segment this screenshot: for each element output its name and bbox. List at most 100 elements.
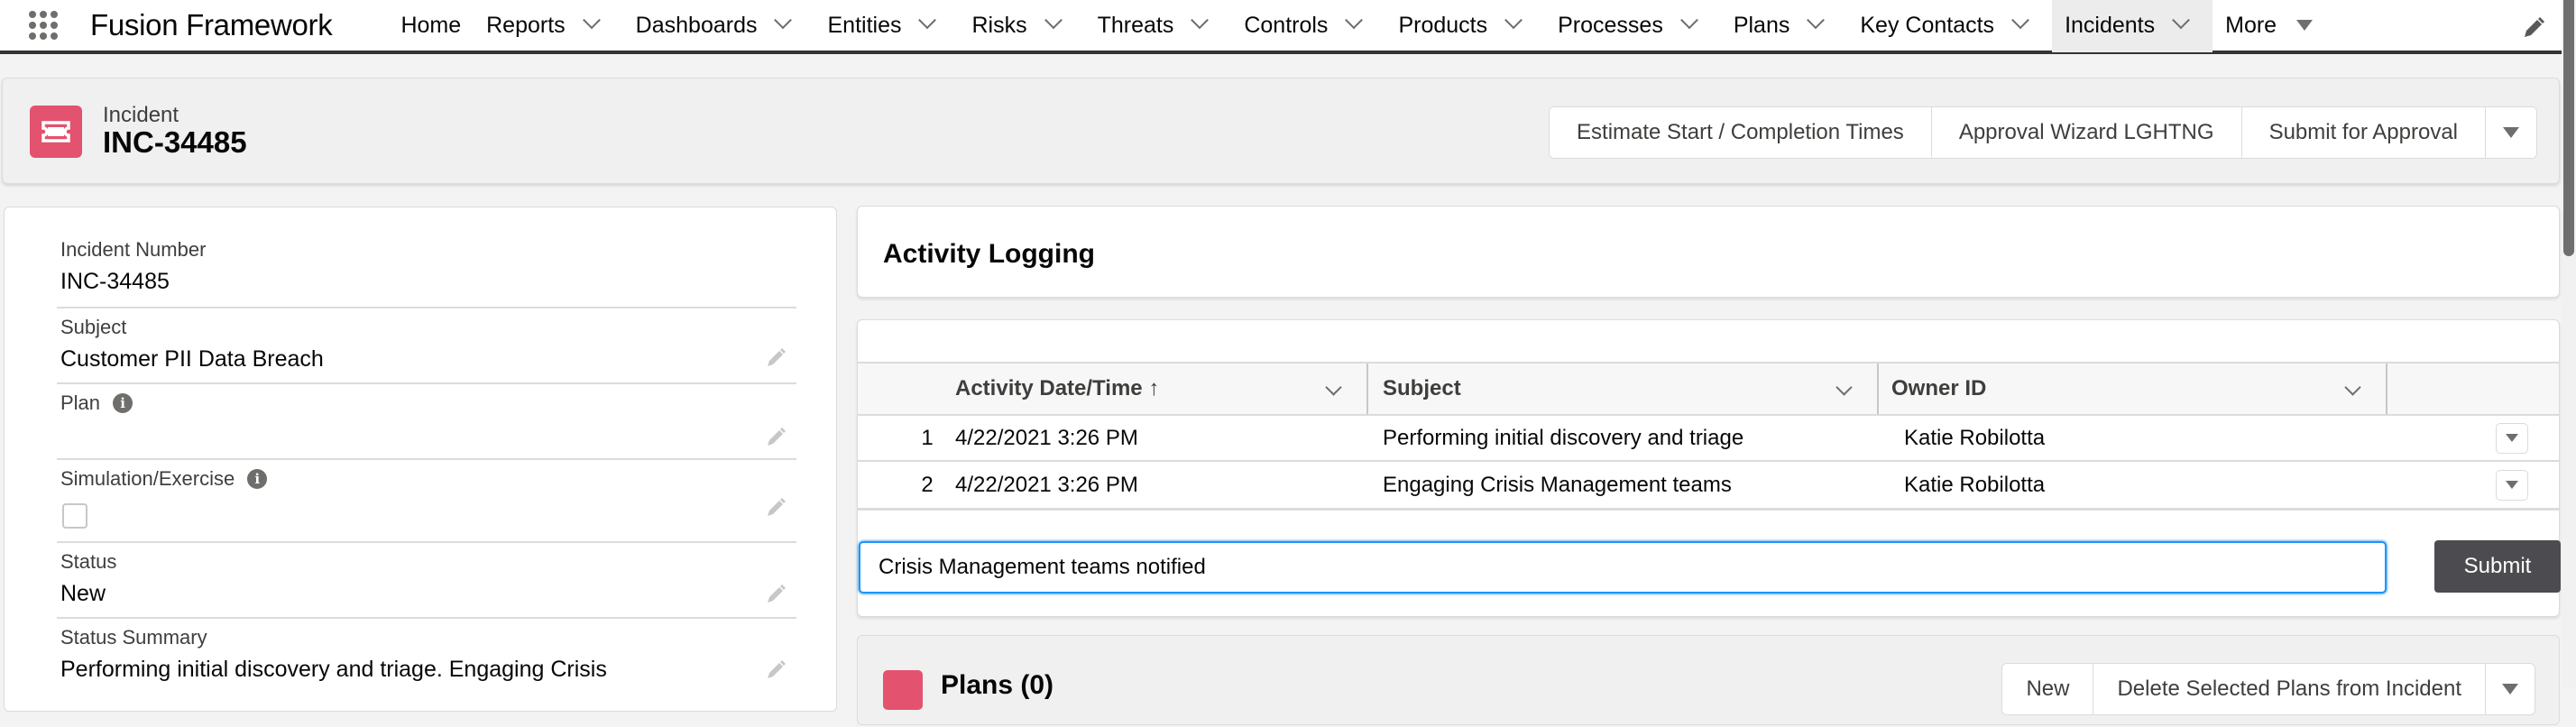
info-icon[interactable]: i — [113, 393, 133, 413]
plans-title[interactable]: Plans (0) — [941, 670, 1053, 701]
nav-tab-reports[interactable]: Reports — [474, 0, 623, 52]
simulation-checkbox[interactable] — [62, 503, 87, 529]
edit-nav-pencil-icon[interactable] — [2522, 16, 2545, 40]
column-label: Subject — [1383, 376, 1461, 400]
caret-down-icon — [2502, 684, 2518, 695]
sort-ascending-icon: ↑ — [1148, 376, 1160, 400]
nav-tab-threats[interactable]: Threats — [1085, 0, 1232, 52]
field-label: Incident Number — [60, 238, 207, 261]
activity-logging-card: Activity Date/Time ↑ Subject Owner ID 1 … — [857, 319, 2561, 617]
field-label: Simulation/Exercise i — [60, 467, 268, 491]
row-actions-button[interactable] — [2496, 469, 2528, 501]
edit-pencil-icon[interactable] — [766, 496, 787, 518]
column-header-activity-date[interactable]: Activity Date/Time ↑ — [858, 364, 1368, 414]
edit-pencil-icon[interactable] — [766, 583, 787, 604]
record-header: Incident INC-34485 Estimate Start / Comp… — [2, 78, 2560, 184]
page-scrollbar[interactable] — [2562, 0, 2576, 687]
new-plan-button[interactable]: New — [2002, 664, 2094, 714]
plans-more-actions-button[interactable] — [2486, 664, 2535, 714]
edit-pencil-icon[interactable] — [766, 658, 787, 680]
nav-tab-label: More — [2225, 12, 2277, 38]
nav-tab-label: Plans — [1733, 12, 1790, 38]
chevron-down-icon[interactable] — [1044, 11, 1063, 30]
field-plan: Plan i — [57, 384, 796, 460]
cell-activity-date: 4/22/2021 3:26 PM — [955, 425, 1138, 450]
chevron-down-icon[interactable] — [1835, 379, 1853, 396]
nav-tab-label: Processes — [1558, 12, 1663, 38]
submit-for-approval-button[interactable]: Submit for Approval — [2241, 107, 2486, 158]
nav-tab-controls[interactable]: Controls — [1231, 0, 1385, 52]
column-label: Owner ID — [1891, 376, 1987, 400]
chevron-down-icon[interactable] — [582, 11, 601, 30]
chevron-down-icon[interactable] — [2344, 379, 2361, 396]
field-incident-number: Incident Number INC-34485 — [57, 235, 796, 308]
caret-down-icon — [2506, 434, 2518, 442]
row-number: 1 — [921, 425, 934, 450]
nav-tab-dashboards[interactable]: Dashboards — [623, 0, 815, 52]
ticket-icon — [30, 106, 82, 158]
nav-tab-label: Entities — [827, 12, 902, 38]
nav-tab-label: Incidents — [2065, 12, 2156, 38]
nav-tab-label: Threats — [1097, 12, 1174, 38]
more-actions-button[interactable] — [2486, 107, 2536, 158]
app-launcher-icon[interactable] — [25, 7, 61, 43]
nav-tab-key-contacts[interactable]: Key Contacts — [1847, 0, 2052, 52]
nav-tab-label: Controls — [1244, 12, 1329, 38]
activity-log-input[interactable] — [859, 541, 2387, 594]
nav-tab-incidents[interactable]: Incidents — [2052, 0, 2213, 52]
scrollbar-thumb[interactable] — [2563, 0, 2574, 256]
nav-tab-label: Key Contacts — [1860, 12, 1995, 38]
nav-tab-more[interactable]: More — [2213, 0, 2325, 52]
nav-tab-products[interactable]: Products — [1385, 0, 1545, 52]
field-value: INC-34485 — [60, 269, 170, 294]
nav-tab-plans[interactable]: Plans — [1721, 0, 1848, 52]
chevron-down-icon[interactable] — [1504, 11, 1523, 30]
column-label: Activity Date/Time — [955, 376, 1143, 400]
nav-tab-home[interactable]: Home — [388, 0, 474, 52]
field-value: New — [60, 581, 106, 606]
chevron-down-icon[interactable] — [1679, 11, 1698, 30]
submit-button[interactable]: Submit — [2434, 540, 2561, 593]
caret-down-icon — [2506, 481, 2518, 489]
nav-tab-entities[interactable]: Entities — [814, 0, 959, 52]
edit-pencil-icon[interactable] — [766, 426, 787, 447]
edit-pencil-icon[interactable] — [766, 346, 787, 368]
chevron-down-icon[interactable] — [774, 11, 793, 30]
chevron-down-icon[interactable] — [1191, 11, 1210, 30]
nav-tab-label: Reports — [486, 12, 566, 38]
caret-down-icon — [2296, 20, 2314, 31]
chevron-down-icon[interactable] — [1325, 379, 1342, 396]
chevron-down-icon[interactable] — [2011, 11, 2029, 30]
chevron-down-icon[interactable] — [918, 11, 937, 30]
field-label: Plan i — [60, 391, 133, 415]
delete-selected-plans-button[interactable]: Delete Selected Plans from Incident — [2093, 664, 2486, 714]
chevron-down-icon[interactable] — [1807, 11, 1826, 30]
nav-tab-risks[interactable]: Risks — [959, 0, 1084, 52]
field-label: Subject — [60, 316, 127, 338]
record-details-panel: Incident Number INC-34485 Subject Custom… — [4, 207, 837, 712]
column-header-subject[interactable]: Subject — [1368, 364, 1879, 414]
row-actions-cell — [2387, 462, 2557, 508]
plans-icon — [883, 670, 923, 710]
field-status-summary: Status Summary Performing initial discov… — [57, 619, 796, 727]
field-value: Customer PII Data Breach — [60, 346, 324, 372]
approval-wizard-button[interactable]: Approval Wizard LGHTNG — [1931, 107, 2242, 158]
chevron-down-icon[interactable] — [2172, 11, 2191, 30]
table-row: 2 4/22/2021 3:26 PM Engaging Crisis Mana… — [858, 462, 2559, 508]
nav-tab-label: Risks — [971, 12, 1027, 38]
caret-down-icon — [2503, 127, 2519, 138]
table-row: 1 4/22/2021 3:26 PM Performing initial d… — [858, 416, 2559, 462]
row-actions-button[interactable] — [2496, 422, 2528, 454]
field-label-text: Plan — [60, 391, 101, 414]
row-number: 2 — [921, 472, 934, 497]
column-header-actions — [2387, 364, 2557, 414]
column-header-owner-id[interactable]: Owner ID — [1879, 364, 2387, 414]
field-value: Performing initial discovery and triage.… — [60, 657, 607, 682]
estimate-times-button[interactable]: Estimate Start / Completion Times — [1550, 107, 1932, 158]
nav-tab-processes[interactable]: Processes — [1545, 0, 1721, 52]
chevron-down-icon[interactable] — [1345, 11, 1364, 30]
info-icon[interactable]: i — [247, 469, 268, 489]
cell-activity-date: 4/22/2021 3:26 PM — [955, 472, 1138, 497]
field-simulation-exercise: Simulation/Exercise i — [57, 460, 796, 543]
activity-table-header: Activity Date/Time ↑ Subject Owner ID — [858, 364, 2559, 416]
